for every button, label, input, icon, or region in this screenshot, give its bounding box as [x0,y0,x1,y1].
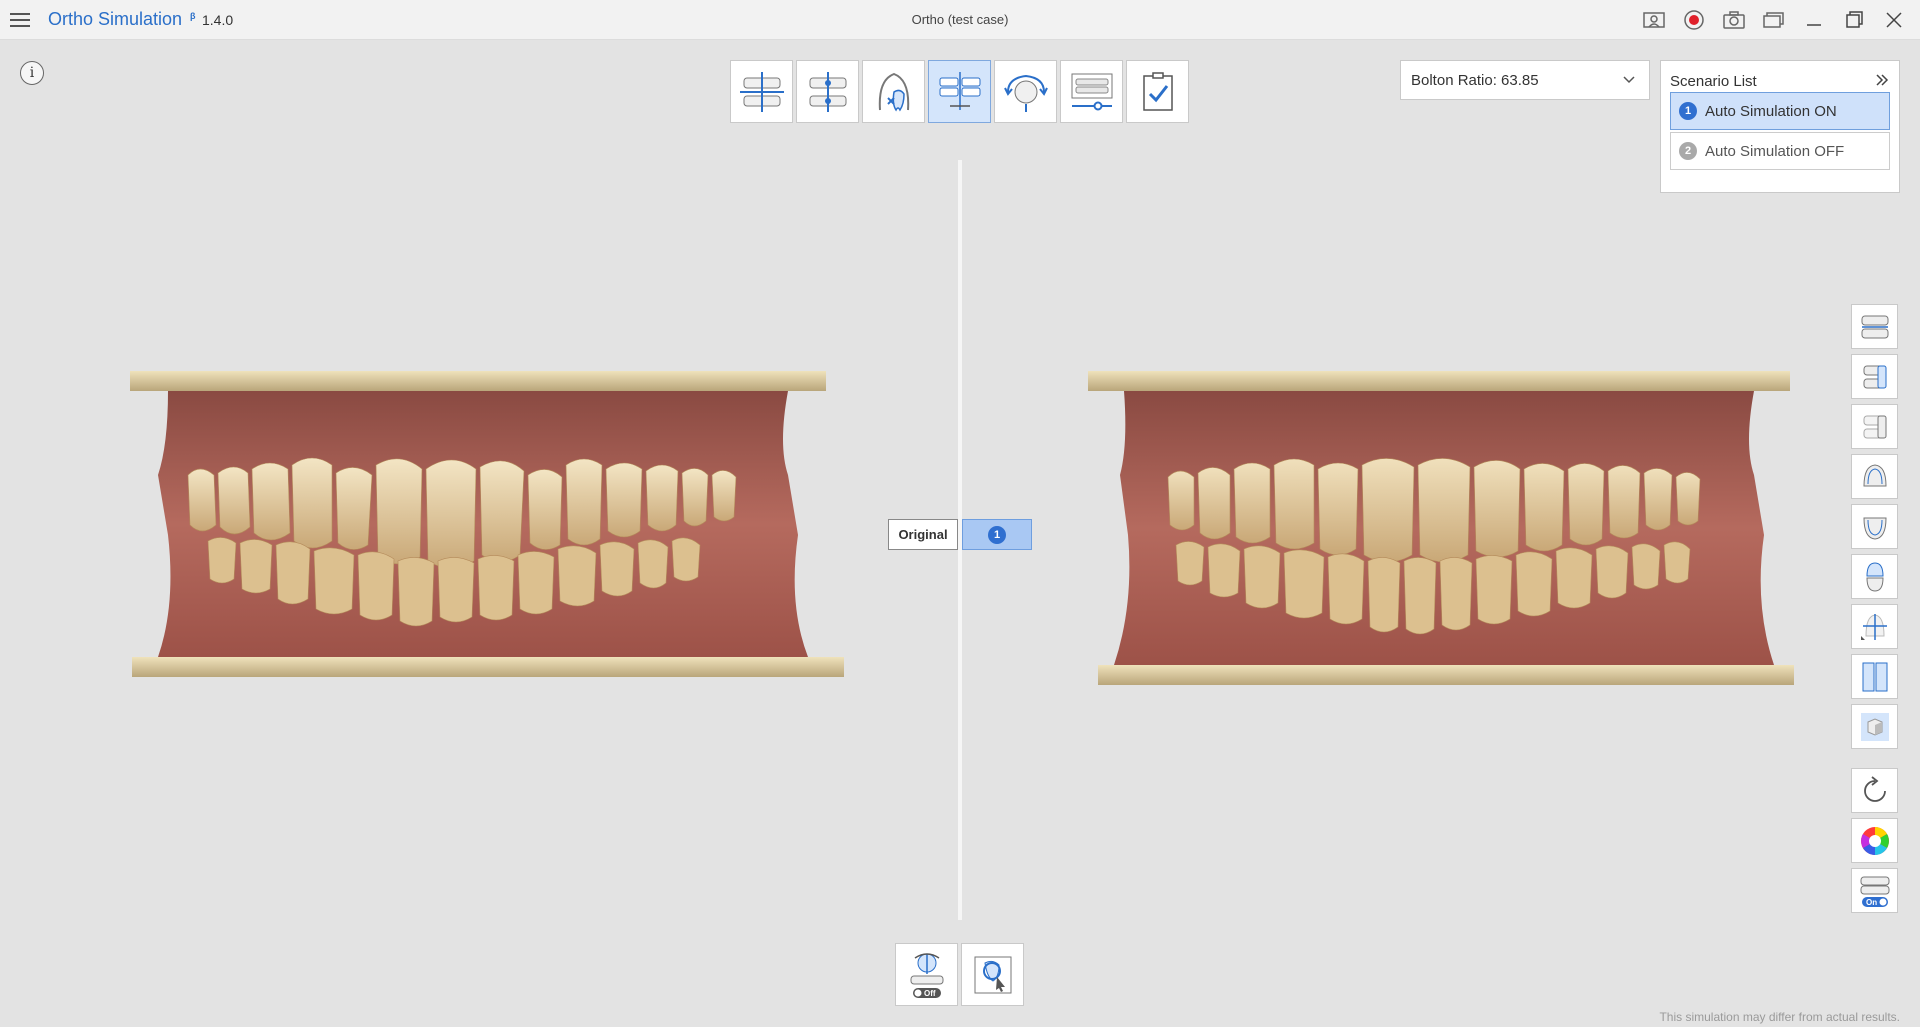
jaw-toggle-on-icon: On [1860,876,1889,907]
right-view-icon [1863,365,1886,388]
rotate-view-icon [1003,74,1048,112]
right-view-button[interactable] [1851,354,1898,399]
cube-view-icon [1860,712,1889,741]
hamburger-menu-icon[interactable] [8,9,32,31]
camera-icon[interactable] [1718,6,1750,34]
jaw-toggle-button[interactable]: On [1851,868,1898,913]
capture-screen-icon[interactable] [1638,6,1670,34]
split-view-icon [1862,662,1887,691]
app-version: 1.4.0 [202,12,234,28]
both-jaws-button[interactable] [1851,554,1898,599]
occlusion-plane-tool[interactable] [730,60,793,123]
title-bar: Ortho Simulation β 1.4.0 Ortho (test cas… [0,0,1920,40]
lower-jaw-button[interactable] [1851,504,1898,549]
tooth-select-icon [974,956,1011,993]
split-view-button[interactable] [1851,654,1898,699]
toggle-off-text: Off [924,989,936,998]
upper-jaw-button[interactable] [1851,454,1898,499]
axis-view-icon [1860,613,1887,640]
app-title: Ortho Simulation [48,9,183,29]
color-wheel-button[interactable] [1851,818,1898,863]
scenario-number-badge: 1 [988,525,1006,544]
upper-jaw-icon [1862,463,1887,486]
both-jaws-icon [1865,561,1884,592]
close-icon[interactable] [1878,6,1910,34]
bolton-ratio-label: Bolton Ratio: 63.85 [1411,71,1539,89]
front-view-button[interactable] [1851,304,1898,349]
rotate-view-tool[interactable] [994,60,1057,123]
cube-view-button[interactable] [1851,704,1898,749]
original-view-label[interactable]: Original [888,519,958,550]
scenario-item-auto-off[interactable]: 2 Auto Simulation OFF [1670,132,1890,170]
left-view-icon [1863,415,1886,438]
scenario-label: Auto Simulation OFF [1705,142,1845,160]
tooth-exclusion-icon [878,72,909,111]
midline-icon [809,71,846,112]
stage-slider-icon [1071,73,1112,110]
simulation-compare-icon [939,71,980,110]
confirm-checklist-tool[interactable] [1126,60,1189,123]
scenario-number-badge: 1 [1679,102,1697,120]
left-view-button[interactable] [1851,404,1898,449]
scenario-item-auto-on[interactable]: 1 Auto Simulation ON [1670,92,1890,130]
tooth-select-button[interactable] [961,943,1024,1006]
gravity-toggle-button[interactable]: Off [895,943,958,1006]
axis-view-button[interactable] [1851,604,1898,649]
simulated-dental-model[interactable] [1084,365,1804,695]
chevron-down-icon [1623,76,1635,84]
gravity-off-icon: Off [910,952,943,998]
occlusion-plane-icon [739,71,784,112]
scenario-label: Auto Simulation ON [1705,102,1837,120]
tooth-exclusion-tool[interactable] [862,60,925,123]
reset-rotation-button[interactable] [1851,768,1898,813]
window-title: Ortho (test case) [911,12,1009,27]
midline-tool[interactable] [796,60,859,123]
info-button[interactable]: i [20,61,44,85]
front-view-icon [1861,315,1888,338]
clipboard-check-icon [1142,71,1173,111]
record-icon[interactable] [1678,6,1710,34]
scenario-list-title: Scenario List [1670,73,1757,90]
window-layout-icon[interactable] [1758,6,1790,34]
beta-badge: β [190,11,196,21]
scenario-number-badge: 2 [1679,142,1697,160]
minimize-icon[interactable] [1798,6,1830,34]
scenario-list-panel: Scenario List 1 Auto Simulation ON 2 Aut… [1660,60,1900,193]
scenario-1-view-label[interactable]: 1 [962,519,1032,550]
toggle-on-text: On [1866,898,1877,907]
disclaimer-text: This simulation may differ from actual r… [1659,1010,1900,1024]
original-dental-model[interactable] [128,365,858,685]
collapse-double-chevron-icon[interactable] [1873,71,1891,94]
reset-rotation-icon [1863,775,1886,802]
lower-jaw-icon [1862,517,1887,540]
simulation-compare-tool[interactable] [928,60,991,123]
top-toolbar [730,60,1189,123]
bolton-ratio-dropdown[interactable]: Bolton Ratio: 63.85 [1400,60,1650,100]
maximize-icon[interactable] [1838,6,1870,34]
color-wheel-icon [1860,826,1889,855]
stage-slider-tool[interactable] [1060,60,1123,123]
